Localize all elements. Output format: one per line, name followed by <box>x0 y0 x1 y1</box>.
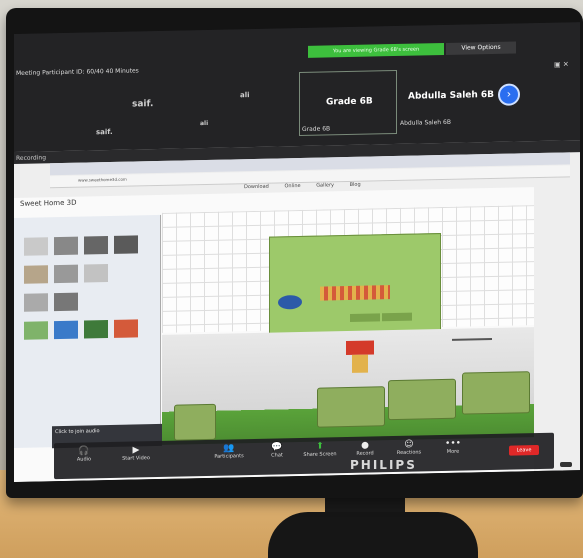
record-icon: ● <box>361 440 369 451</box>
recording-label: Recording <box>16 154 47 162</box>
plan-playground <box>320 285 390 301</box>
window-controls-icon[interactable]: ▣ ✕ <box>554 60 569 68</box>
viewing-screen-banner: You are viewing Grade 6B's screen <box>308 42 444 58</box>
participant-tile-name: Grade 6B <box>302 125 331 133</box>
shared-screen-area: Recording www.sweethome3d.com Download O… <box>14 140 580 483</box>
meeting-title: Meeting Participant ID: 60/40 40 Minutes <box>16 67 139 77</box>
catalog-item-icon[interactable] <box>54 236 78 256</box>
share-screen-button[interactable]: ⬆ Share Screen <box>300 441 340 458</box>
address-url: www.sweethome3d.com <box>78 176 127 183</box>
monitor-brand-logo: PHILIPS <box>350 458 417 472</box>
reactions-label: Reactions <box>396 449 422 456</box>
reactions-button[interactable]: ☺ Reactions <box>390 439 428 456</box>
3d-playhouse <box>352 354 368 373</box>
record-label: Record <box>356 450 374 457</box>
chat-button[interactable]: 💬 Chat <box>262 442 292 459</box>
next-page-arrow-icon[interactable]: › <box>498 83 520 106</box>
3d-swing-frame <box>452 337 492 341</box>
people-icon: 👥 <box>223 443 235 454</box>
catalog-item-icon[interactable] <box>84 264 108 283</box>
more-dots-icon: ••• <box>445 438 461 449</box>
participant-tile-name: Abdulla Saleh 6B <box>400 118 451 127</box>
3d-hedge <box>388 378 456 421</box>
participant-name-bottom: ali <box>200 119 209 128</box>
catalog-item-icon[interactable] <box>84 320 108 339</box>
catalog-item-icon[interactable] <box>24 237 48 256</box>
plan-garden-area <box>269 233 441 339</box>
3d-view[interactable] <box>162 327 534 445</box>
video-label: Start Video <box>122 455 150 462</box>
participant-name-top: saif. <box>132 99 154 110</box>
plan-hedge <box>382 312 412 322</box>
audio-label: Audio <box>76 456 92 463</box>
record-button[interactable]: ● Record <box>350 440 380 457</box>
nav-gallery[interactable]: Gallery <box>316 182 334 188</box>
monitor-bezel: You are viewing Grade 6B's screen View O… <box>6 8 583 498</box>
catalog-item-icon[interactable] <box>54 264 78 284</box>
power-button[interactable] <box>560 462 572 467</box>
participant-name-bottom: saif. <box>96 127 113 137</box>
more-label: More <box>446 448 460 455</box>
catalog-item-icon[interactable] <box>114 319 138 338</box>
catalog-item-icon[interactable] <box>54 320 78 340</box>
participants-button[interactable]: 👥 Participants <box>204 443 254 460</box>
headphones-icon: 🎧 <box>78 446 90 457</box>
start-video-button[interactable]: ▶ Start Video <box>114 445 158 462</box>
3d-hedge <box>317 386 385 428</box>
participant-tile-title: Grade 6B <box>326 96 373 108</box>
more-button[interactable]: ••• More <box>438 438 468 455</box>
3d-hedge <box>174 403 216 441</box>
zoom-participant-strip: You are viewing Grade 6B's screen View O… <box>14 22 580 153</box>
catalog-item-icon[interactable] <box>24 265 48 284</box>
audio-button[interactable]: 🎧 Audio <box>64 446 104 463</box>
leave-button[interactable]: Leave <box>509 445 539 456</box>
plan-hedge <box>350 313 380 322</box>
catalog-item-icon[interactable] <box>114 235 138 254</box>
participants-label: Participants <box>214 453 244 460</box>
catalog-item-icon[interactable] <box>24 293 48 312</box>
participant-tile-title: Abdulla Saleh 6B <box>408 89 495 102</box>
nav-blog[interactable]: Blog <box>350 182 361 188</box>
share-label: Share Screen <box>303 451 337 458</box>
view-options-button[interactable]: View Options <box>446 41 516 55</box>
catalog-item-icon[interactable] <box>84 236 108 255</box>
video-camera-icon: ▶ <box>132 445 140 456</box>
monitor-stand-base <box>268 512 478 558</box>
plan-pool <box>278 294 302 310</box>
app-title: Sweet Home 3D <box>20 198 77 208</box>
furniture-catalog-panel[interactable] <box>14 214 161 448</box>
3d-playhouse-roof <box>346 340 374 356</box>
3d-hedge <box>462 371 530 415</box>
smiley-icon: ☺ <box>404 439 414 450</box>
chat-label: Chat <box>271 452 283 459</box>
participant-name-top: ali <box>240 91 250 100</box>
chat-icon: 💬 <box>271 442 283 453</box>
monitor-screen: You are viewing Grade 6B's screen View O… <box>14 22 580 483</box>
catalog-item-icon[interactable] <box>24 321 48 340</box>
nav-download[interactable]: Download <box>244 184 269 191</box>
nav-online[interactable]: Online <box>284 183 300 189</box>
catalog-item-icon[interactable] <box>54 292 78 312</box>
